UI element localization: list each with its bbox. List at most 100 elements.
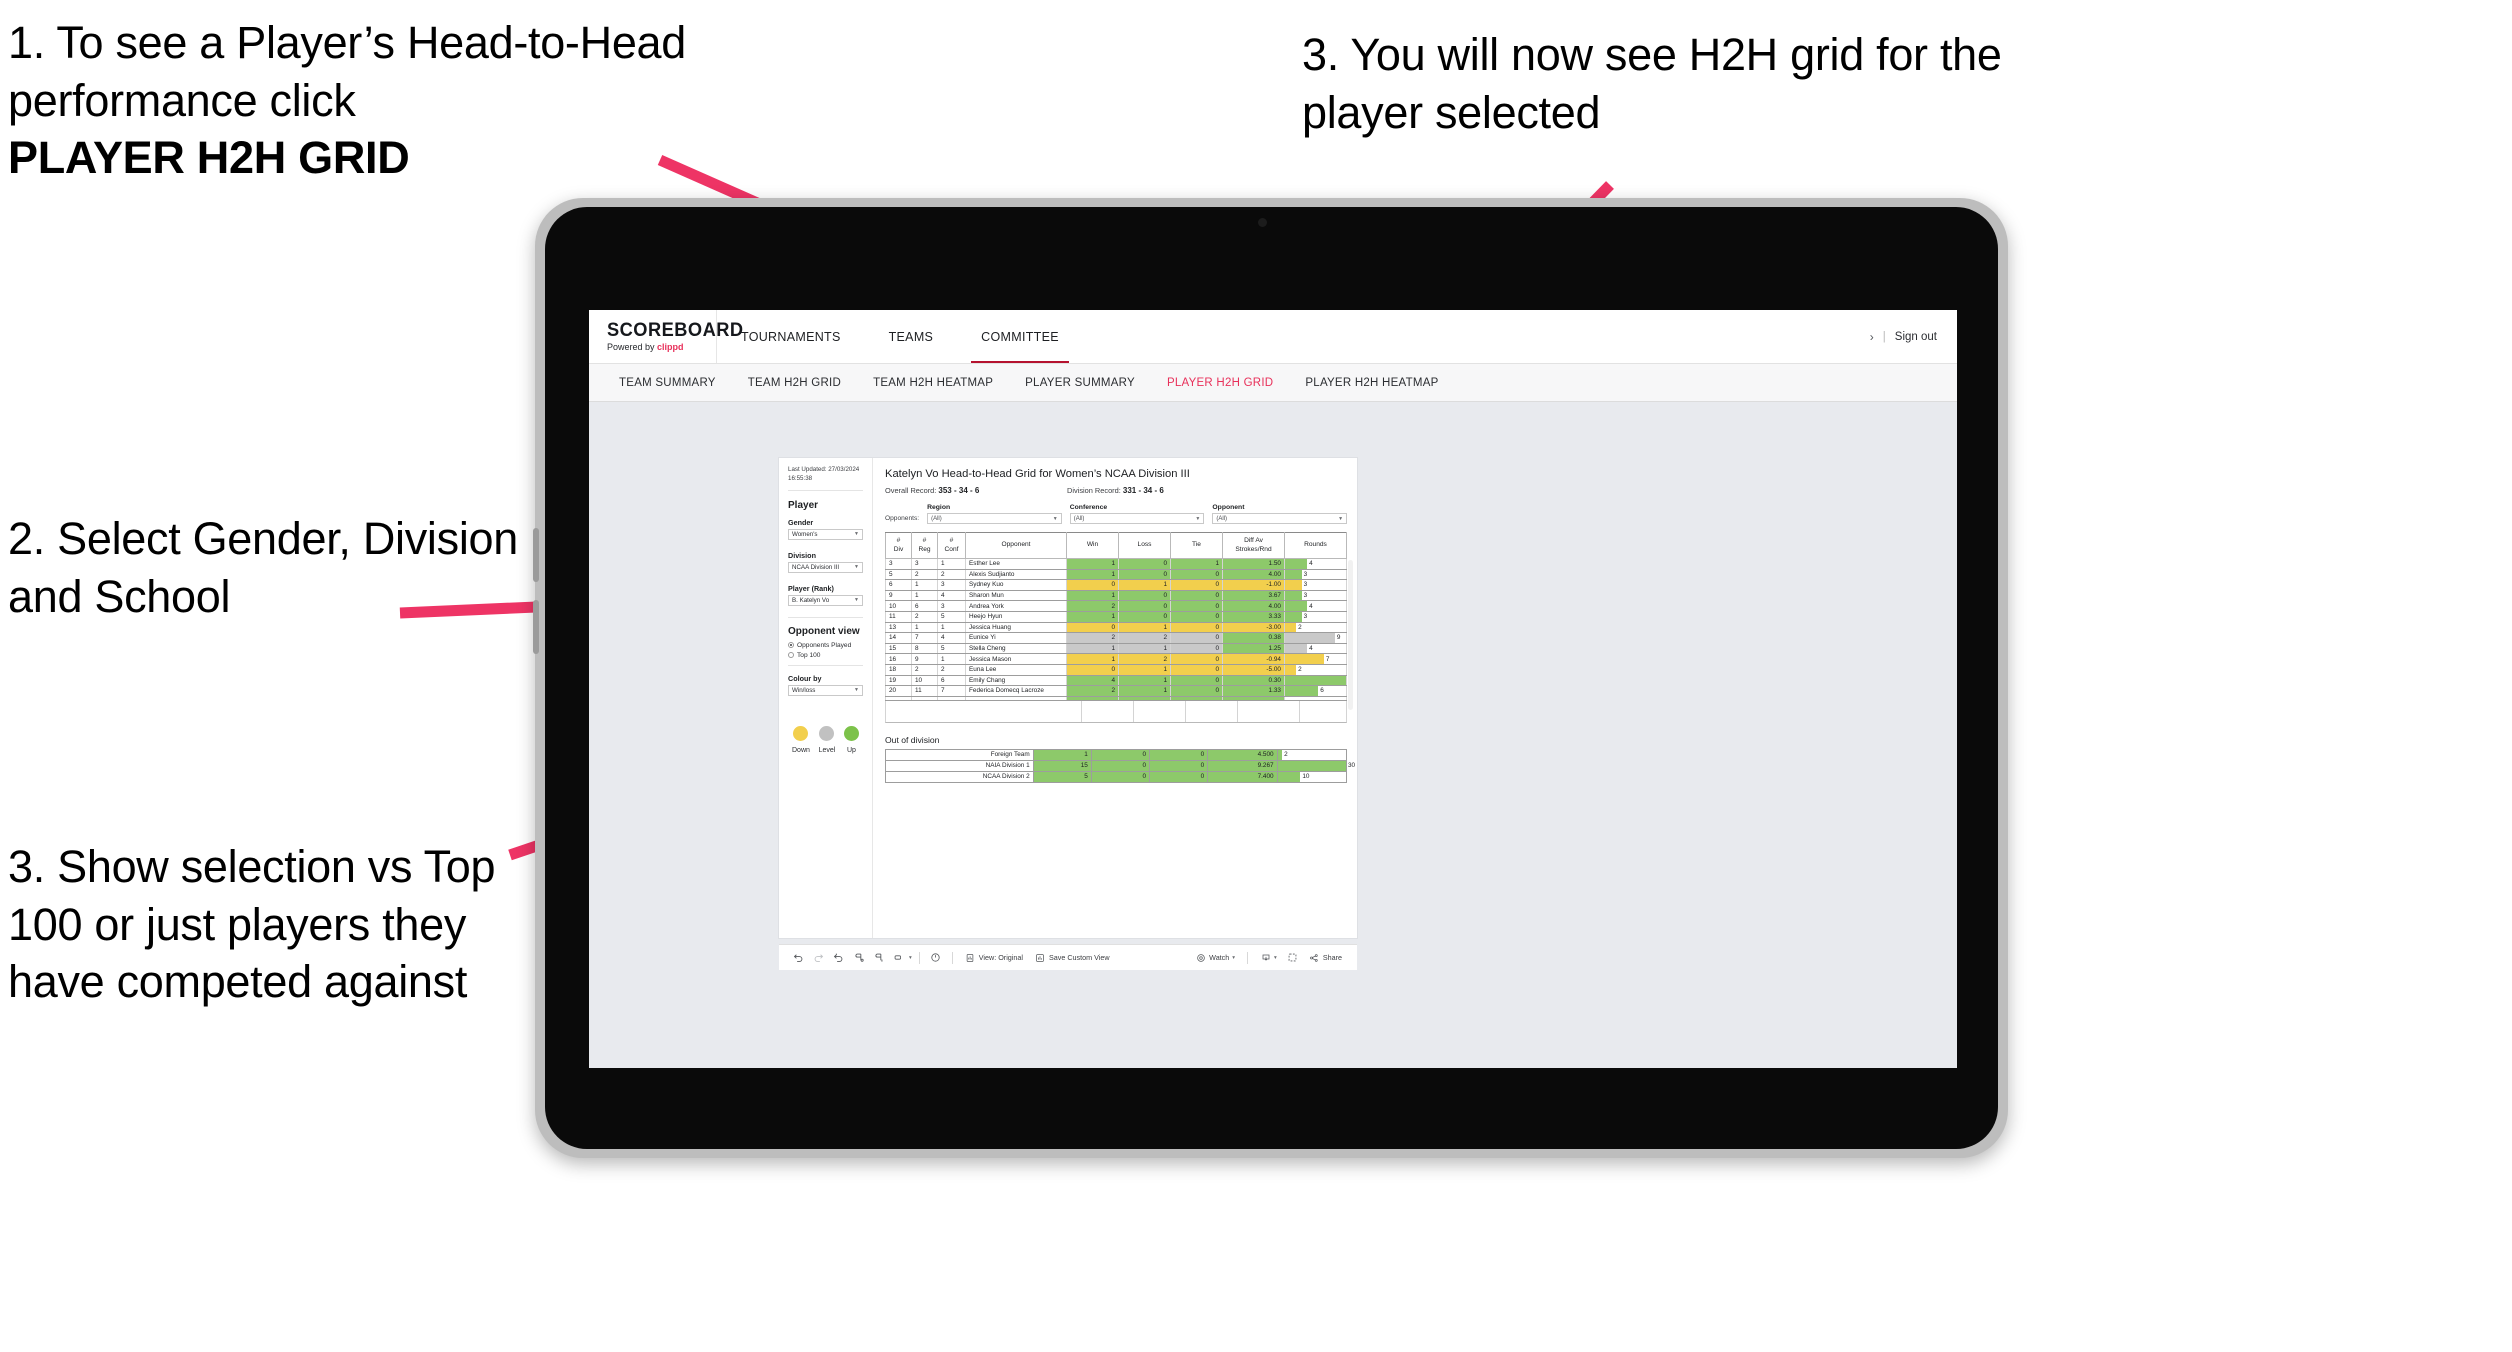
legend-dot-down	[793, 725, 809, 741]
sign-out-link[interactable]: Sign out	[1895, 331, 1937, 343]
legend-dot-level	[819, 725, 835, 741]
table-row[interactable]: 5 2 2 Alexis Sudjianto 1 0 0 4.00 3	[885, 569, 1347, 581]
tab-team-h2h-grid[interactable]: TEAM H2H GRID	[732, 377, 857, 389]
gender-select[interactable]: Women's ▼	[788, 528, 863, 540]
tab-player-h2h-grid[interactable]: PLAYER H2H GRID	[1151, 377, 1289, 389]
cell-diff: 9.267	[1207, 759, 1278, 772]
cell-loss: 2	[1118, 653, 1171, 665]
view-original-button[interactable]: View: Original	[960, 949, 1028, 967]
pause-auto-update-icon[interactable]	[927, 949, 945, 967]
out-of-division-title: Out of division	[885, 734, 940, 745]
cell-rounds: 2	[1276, 748, 1348, 761]
out-of-division-row[interactable]: NCAA Division 2 5 0 0 7.400 10	[885, 770, 1348, 783]
pause-icon[interactable]	[869, 949, 887, 967]
cell-diff: 4.00	[1222, 600, 1285, 612]
cell-loss: 0	[1090, 748, 1151, 761]
cell-tie: 0	[1170, 664, 1223, 676]
nav-item-committee[interactable]: COMMITTEE	[957, 310, 1083, 363]
table-row[interactable]: 14 7 4 Eunice Yi 2 2 0 0.38 9	[885, 632, 1347, 644]
rounds-value: 2	[1298, 623, 1302, 631]
sub-nav-tabs: TEAM SUMMARY TEAM H2H GRID TEAM H2H HEAT…	[589, 364, 1957, 402]
cell-loss: 0	[1118, 569, 1171, 581]
col-header-win: Win	[1066, 532, 1119, 559]
cell-conf: 7	[937, 685, 966, 697]
cell-conf: 3	[937, 600, 966, 612]
tab-player-h2h-heatmap[interactable]: PLAYER H2H HEATMAP	[1289, 377, 1454, 389]
table-row[interactable]: 3 3 1 Esther Lee 1 0 1 1.50 4	[885, 558, 1347, 570]
table-row[interactable]: 6 1 3 Sydney Kuo 0 1 0 -1.00 3	[885, 579, 1347, 591]
tab-team-summary[interactable]: TEAM SUMMARY	[603, 377, 732, 389]
cell-tie: 0	[1149, 770, 1209, 783]
table-row[interactable]: 19106Emily Chang4100.3011	[885, 675, 1347, 687]
table-scrollbar[interactable]	[1348, 560, 1353, 710]
chevron-right-icon[interactable]: ›	[1870, 330, 1874, 344]
chevron-down-icon: ▼	[1052, 515, 1058, 522]
division-select[interactable]: NCAA Division III ▼	[788, 561, 863, 573]
cell-group-name: Foreign Team	[885, 748, 1034, 761]
cell-div: 16	[885, 653, 912, 665]
player-rank-select[interactable]: B. Katelyn Vo ▼	[788, 594, 863, 606]
table-row[interactable]: 16 9 1 Jessica Mason 1 2 0 -0.94 7	[885, 653, 1347, 665]
cell-partial	[1222, 696, 1285, 701]
cell-reg: 11	[911, 685, 938, 697]
cell-rounds: 6	[1284, 685, 1347, 697]
colour-by-select[interactable]: Win/loss ▼	[788, 684, 863, 696]
tab-team-h2h-heatmap[interactable]: TEAM H2H HEATMAP	[857, 377, 1009, 389]
table-row[interactable]: 10 6 3 Andrea York 2 0 0 4.00 4	[885, 600, 1347, 612]
cell-diff: -0.94	[1222, 653, 1285, 665]
tablet-screen: SCOREBOARD Powered by clippd TOURNAMENTS…	[589, 310, 1957, 1068]
tab-player-summary[interactable]: PLAYER SUMMARY	[1009, 377, 1151, 389]
cell-opponent: Sydney Kuo	[965, 579, 1067, 591]
filter-group-opponent: Opponent (All) ▼	[1212, 504, 1348, 524]
table-row[interactable]: 11 2 5 Heejo Hyun 1 0 0 3.33 3	[885, 611, 1347, 623]
cell-tie: 0	[1170, 569, 1223, 581]
rounds-bar	[1285, 643, 1308, 653]
out-of-division-row[interactable]: Foreign Team 1 0 0 4.500 2	[885, 748, 1348, 761]
table-row[interactable]: 13 1 1 Jessica Huang 0 1 0 -3.00 2	[885, 622, 1347, 634]
table-row[interactable]: 9 1 4 Sharon Mun 1 0 0 3.67 3	[885, 590, 1347, 602]
nav-item-tournaments[interactable]: TOURNAMENTS	[717, 310, 865, 363]
filter-divider	[788, 616, 863, 618]
radio-top-100-label: Top 100	[797, 651, 821, 659]
refresh-icon[interactable]	[849, 949, 867, 967]
cell-group-name: NCAA Division 2	[885, 770, 1034, 783]
opponent-view-title: Opponent view	[788, 625, 860, 637]
watch-button[interactable]: Watch ▾	[1190, 949, 1240, 967]
nav-item-teams[interactable]: TEAMS	[865, 310, 958, 363]
table-row[interactable]: 20 11 7 Federica Domecq Lacroze 2 1 0 1.33 6	[885, 685, 1347, 697]
opponent-select[interactable]: (All) ▼	[1212, 513, 1348, 524]
region-select[interactable]: (All) ▼	[927, 513, 1062, 524]
cell-win: 5	[1032, 770, 1092, 783]
fullscreen-icon[interactable]	[1284, 949, 1302, 967]
cell-group-name: NAIA Division 1	[885, 759, 1034, 772]
conference-select[interactable]: (All) ▼	[1069, 513, 1205, 524]
chevron-down-icon[interactable]: ▾	[909, 955, 912, 961]
cell-partial	[911, 696, 938, 701]
radio-top-100[interactable]: Top 100	[788, 652, 863, 659]
brand-logo[interactable]: SCOREBOARD Powered by clippd	[589, 310, 743, 363]
download-button[interactable]: ▾	[1255, 949, 1282, 967]
cell-conf: 6	[937, 675, 966, 687]
cell-diff: 1.33	[1222, 685, 1285, 697]
radio-opponents-played[interactable]: Opponents Played	[788, 642, 863, 649]
table-row[interactable]: 15 8 5 Stella Cheng 1 1 0 1.25 4	[885, 643, 1347, 655]
rounds-bar	[1285, 580, 1302, 590]
undo-icon[interactable]	[789, 949, 807, 967]
cell-rounds: 9	[1284, 632, 1347, 644]
cell-div: 6	[885, 579, 912, 591]
cell-opponent: Alexis Sudjianto	[965, 569, 1067, 581]
cell-diff: 1.50	[1222, 558, 1285, 570]
table-row[interactable]: 18 2 2 Euna Lee 0 1 0 -5.00 2	[885, 664, 1347, 676]
rectangle-select-icon[interactable]	[889, 949, 907, 967]
share-button[interactable]: Share	[1304, 949, 1347, 967]
table-row-partial[interactable]	[885, 696, 1347, 701]
out-of-division-row[interactable]: NAIA Division 1 15 0 0 9.267 30	[885, 759, 1355, 772]
cell-loss: 1	[1118, 675, 1171, 687]
redo-icon[interactable]	[809, 949, 827, 967]
revert-icon[interactable]	[829, 949, 847, 967]
cell-win: 1	[1066, 590, 1119, 602]
save-custom-view-button[interactable]: Save Custom View	[1030, 949, 1115, 967]
rounds-value: 4	[1309, 645, 1313, 653]
last-updated-text: Last Updated: 27/03/2024 16:55:38	[788, 466, 863, 491]
rounds-bar	[1285, 654, 1324, 664]
